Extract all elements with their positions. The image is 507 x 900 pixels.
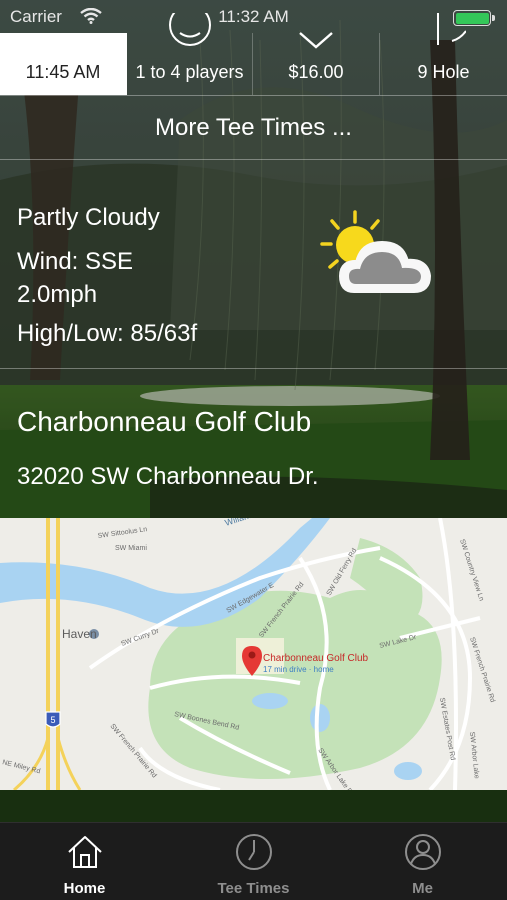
weather-wind-speed: 2.0mph <box>17 281 98 308</box>
option-holes-label: 9 Hole <box>417 62 470 82</box>
course-name: Charbonneau Golf Club <box>17 406 312 437</box>
tab-home[interactable]: Home <box>0 823 169 900</box>
weather-panel: Partly Cloudy Wind: SSE 2.0mph High/Low:… <box>0 160 507 369</box>
tab-tee-times[interactable]: Tee Times <box>169 823 338 900</box>
highway-shield: 5 <box>45 711 61 728</box>
map-street-label: SW Miami <box>115 545 147 552</box>
course-address[interactable]: 32020 SW Charbonneau Dr. <box>17 463 319 491</box>
tab-tee-times-label: Tee Times <box>217 880 290 897</box>
option-players[interactable]: 1 to 4 players <box>127 13 253 95</box>
option-time[interactable]: 11:45 AM <box>0 33 127 95</box>
home-icon <box>67 836 102 868</box>
partly-cloudy-icon <box>320 210 432 293</box>
weather-condition: Partly Cloudy <box>17 204 160 231</box>
tab-home-label: Home <box>63 880 106 897</box>
tee-time-options: 11:45 AM 1 to 4 players $16.00 9 Hole <box>0 13 507 95</box>
option-time-label: 11:45 AM <box>25 62 101 82</box>
course-map[interactable]: 5 Haven Willamette River SW Miami SW Sit… <box>0 518 507 790</box>
weather-wind: Wind: SSE <box>17 248 134 275</box>
svg-text:5: 5 <box>50 715 55 725</box>
course-info: Charbonneau Golf Club 32020 SW Charbonne… <box>0 370 507 518</box>
option-price-label: $16.00 <box>288 62 344 82</box>
clock-icon <box>235 834 272 870</box>
hole-flag-icon <box>436 13 466 45</box>
tab-me-label: Me <box>412 880 433 897</box>
map-pin-title: Charbonneau Golf Club <box>263 653 369 664</box>
players-icon <box>168 13 211 46</box>
user-icon <box>404 834 441 870</box>
map-pin-subtitle: 17 min drive · home <box>263 665 334 674</box>
option-holes[interactable]: 9 Hole <box>380 13 507 95</box>
tab-bar: Home Tee Times Me <box>0 822 507 900</box>
weather-high-low: High/Low: 85/63f <box>17 320 198 347</box>
option-price[interactable]: $16.00 <box>253 32 380 95</box>
tab-me[interactable]: Me <box>338 823 507 900</box>
chevron-down-icon <box>299 32 333 49</box>
more-tee-times-button[interactable]: More Tee Times ... <box>0 95 507 160</box>
option-players-label: 1 to 4 players <box>135 62 244 82</box>
map-place-label: Haven <box>62 627 97 641</box>
